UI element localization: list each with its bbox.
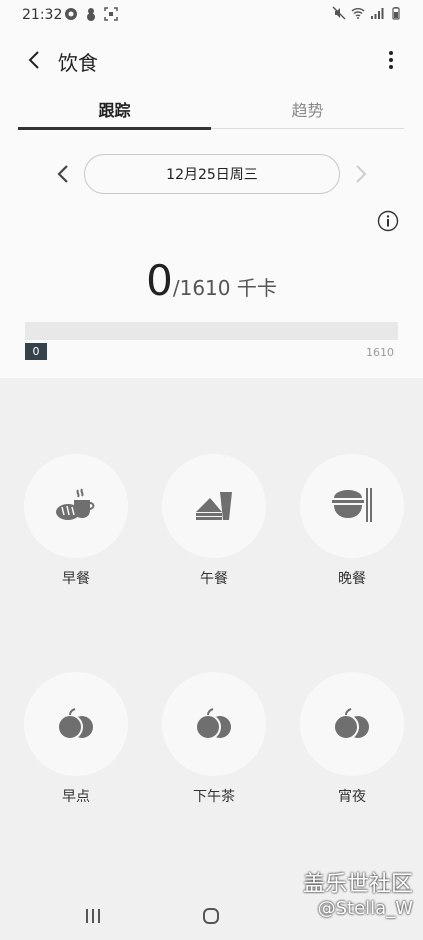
back-arrow-icon bbox=[28, 51, 39, 69]
date-selector: 12月25日周三 bbox=[0, 154, 423, 194]
meal-afternoon-tea[interactable]: 下午茶 bbox=[162, 672, 266, 806]
tab-track[interactable]: 跟踪 bbox=[18, 90, 211, 128]
recent-apps-icon bbox=[86, 909, 100, 923]
meal-dinner-label: 晚餐 bbox=[338, 571, 366, 587]
tab-trend[interactable]: 趋势 bbox=[211, 90, 404, 128]
tab-indicator bbox=[18, 127, 211, 130]
meal-lunch[interactable]: 午餐 bbox=[162, 454, 266, 588]
calories-consumed: 0 bbox=[146, 256, 173, 305]
meal-dinner-circle[interactable] bbox=[300, 454, 404, 558]
battery-icon bbox=[392, 7, 400, 20]
progress-marker: 0 bbox=[25, 343, 47, 360]
recent-apps-button[interactable] bbox=[78, 903, 108, 929]
meal-late-night[interactable]: 宵夜 bbox=[300, 672, 404, 806]
meal-lunch-circle[interactable] bbox=[162, 454, 266, 558]
previous-day-button[interactable] bbox=[52, 162, 76, 186]
meal-afternoon-tea-label: 下午茶 bbox=[193, 789, 235, 805]
lunch-icon bbox=[196, 492, 232, 520]
progress-max-label: 1610 bbox=[366, 346, 394, 359]
status-time: 21:32 bbox=[22, 7, 63, 23]
meal-late-night-circle[interactable] bbox=[300, 672, 404, 776]
mute-icon bbox=[332, 6, 346, 20]
info-icon[interactable] bbox=[377, 210, 399, 232]
snack-icon bbox=[57, 708, 93, 740]
meal-breakfast-circle[interactable] bbox=[24, 454, 128, 558]
calorie-goal: /1610 千卡 bbox=[172, 276, 277, 300]
calorie-summary: 0/1610 千卡 bbox=[0, 256, 423, 305]
snack-icon bbox=[333, 708, 369, 740]
page-title: 饮食 bbox=[58, 51, 98, 75]
app-bar: 饮食 bbox=[0, 38, 423, 82]
meal-morning-snack-circle[interactable] bbox=[24, 672, 128, 776]
meal-late-night-label: 宵夜 bbox=[338, 789, 366, 805]
meal-morning-snack[interactable]: 早点 bbox=[24, 672, 128, 806]
meal-lunch-label: 午餐 bbox=[200, 571, 228, 587]
breakfast-icon bbox=[56, 488, 95, 520]
signal-icon bbox=[371, 8, 384, 19]
snowman-icon bbox=[87, 8, 95, 21]
calorie-progress-track bbox=[25, 322, 398, 340]
status-bar: 21:32 bbox=[0, 0, 423, 32]
status-system-icons bbox=[332, 6, 403, 20]
meal-dinner[interactable]: 晚餐 bbox=[300, 454, 404, 588]
meal-breakfast-label: 早餐 bbox=[62, 571, 90, 587]
dinner-icon bbox=[332, 488, 372, 522]
more-vertical-icon bbox=[389, 51, 393, 69]
more-options-button[interactable] bbox=[379, 44, 403, 76]
tab-bar: 跟踪 趋势 bbox=[18, 90, 404, 130]
wifi-icon bbox=[351, 8, 365, 19]
screenshot-icon bbox=[104, 7, 118, 21]
meal-breakfast[interactable]: 早餐 bbox=[24, 454, 128, 588]
meal-morning-snack-label: 早点 bbox=[62, 789, 90, 805]
snack-icon bbox=[195, 708, 231, 740]
status-notification-icons bbox=[64, 7, 118, 21]
home-icon bbox=[203, 908, 219, 924]
app-notification-icon bbox=[65, 8, 77, 20]
date-label[interactable]: 12月25日周三 bbox=[84, 154, 340, 194]
back-button[interactable] bbox=[18, 44, 50, 76]
system-nav-bar bbox=[0, 893, 423, 940]
meal-afternoon-tea-circle[interactable] bbox=[162, 672, 266, 776]
home-button[interactable] bbox=[196, 903, 226, 929]
next-day-button[interactable] bbox=[348, 162, 372, 186]
